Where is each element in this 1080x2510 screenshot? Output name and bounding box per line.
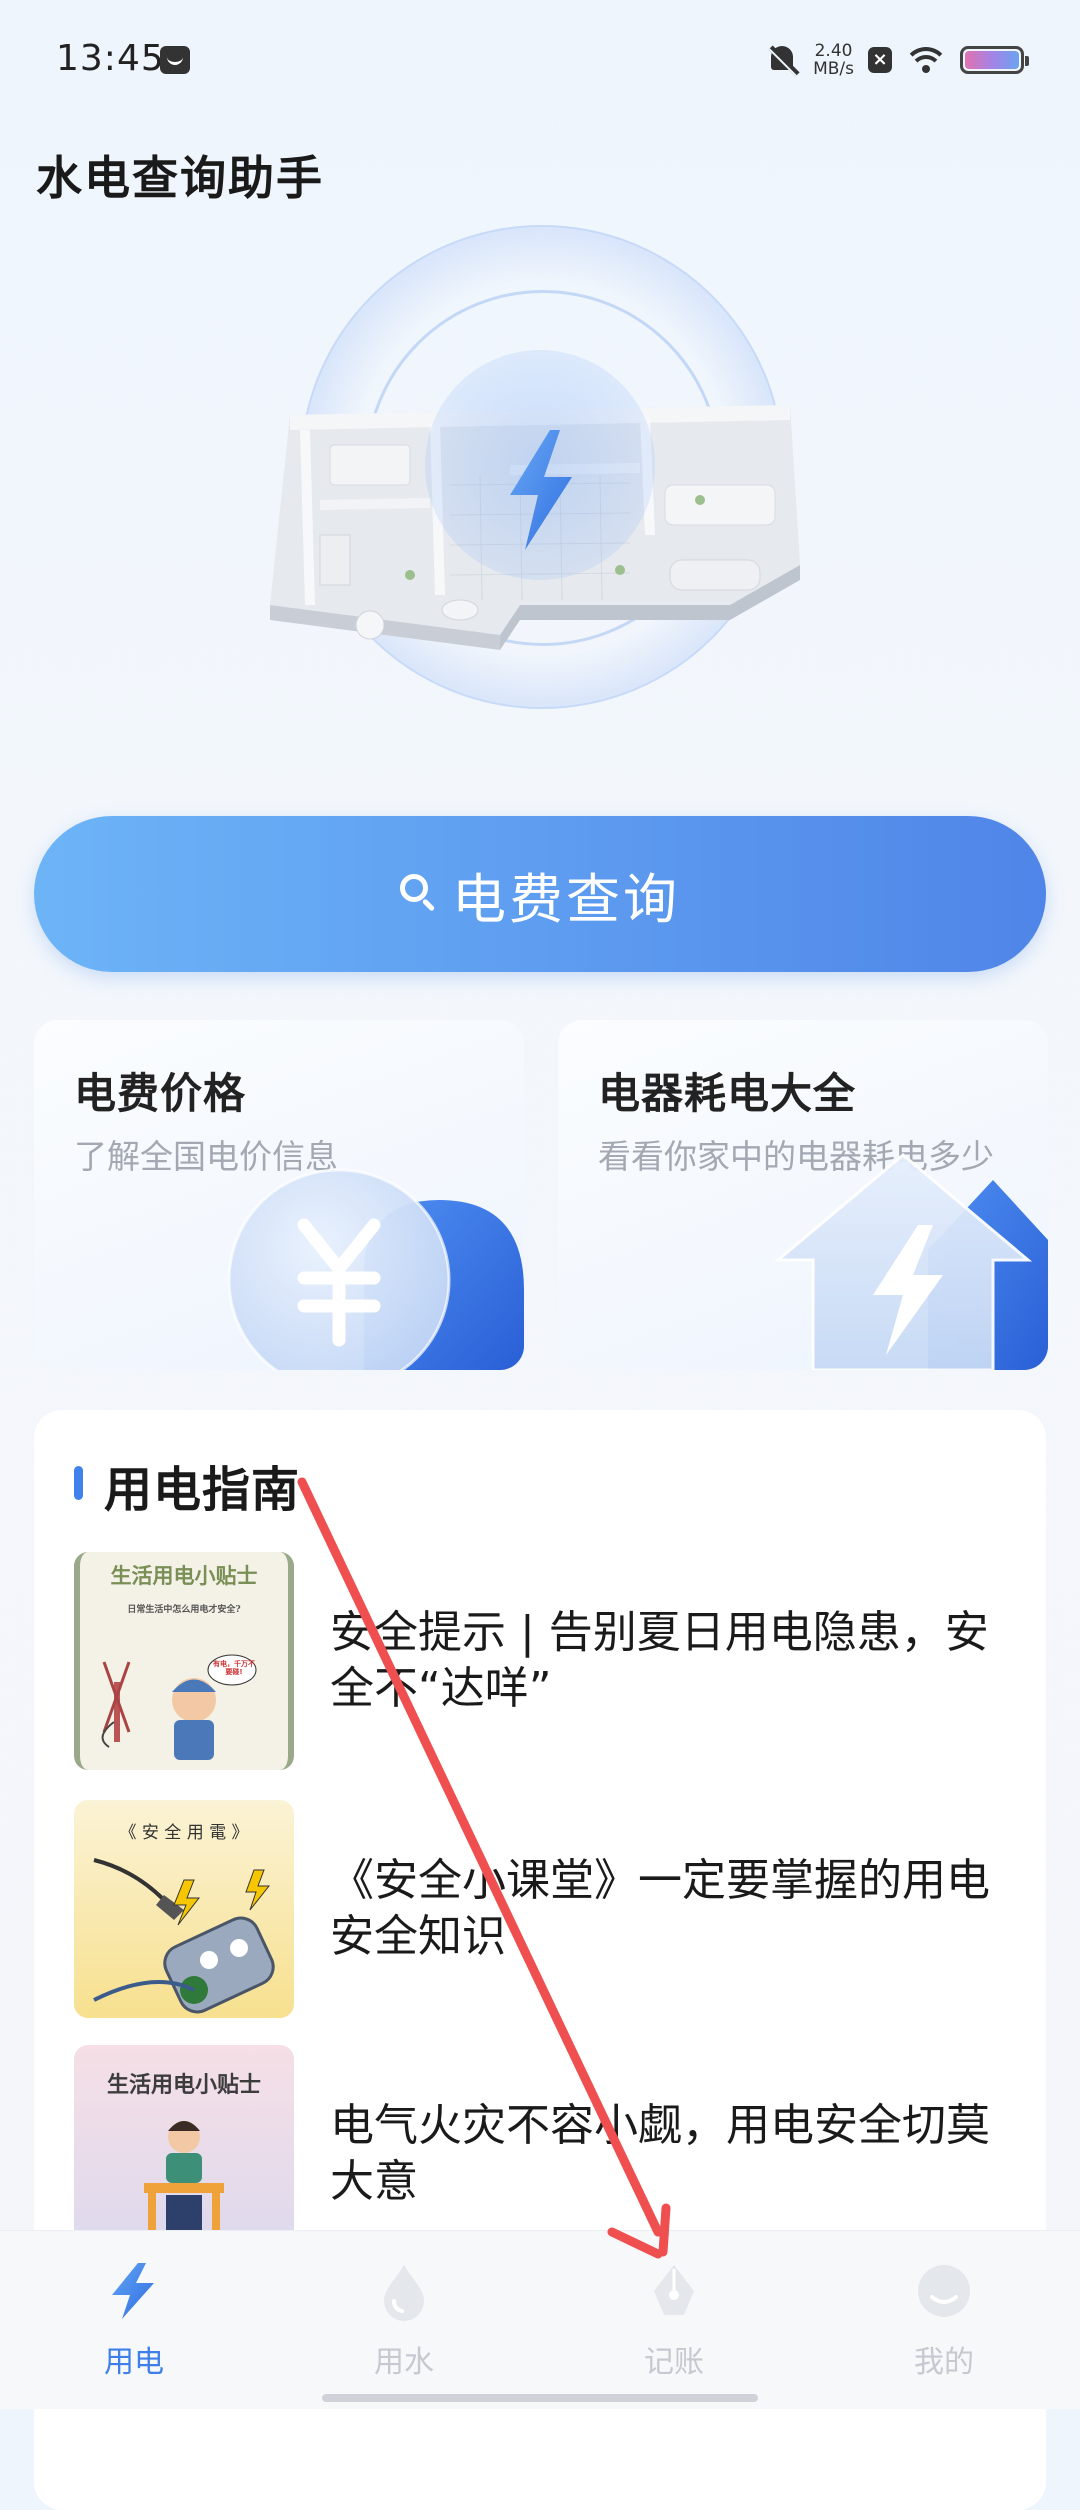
speed-value: 2.40	[814, 41, 853, 61]
section-accent-bar	[74, 1466, 83, 1500]
tab-bookkeeping[interactable]: 记账	[594, 2261, 754, 2381]
article-item[interactable]: 生活用电小贴士 日常生活中怎么用电才安全? 有电，千万不要碰! 安全提示 | 告…	[74, 1552, 1014, 1772]
electricity-bill-query-button[interactable]: 电费查询	[34, 816, 1046, 972]
home-indicator[interactable]	[322, 2394, 758, 2402]
profile-icon	[918, 2265, 970, 2317]
status-time: 13:45	[56, 38, 165, 79]
bottom-tab-bar: 用电 用水 记账 我的	[0, 2230, 1080, 2409]
electricity-price-card[interactable]: 电费价格 了解全国电价信息	[34, 1020, 524, 1370]
status-icons: 2.40 MB/s ×	[767, 40, 1029, 80]
card-title: 电费价格	[74, 1069, 247, 1118]
wifi-icon	[906, 45, 946, 75]
thumb-speech-bubble: 有电，千万不要碰!	[213, 1660, 255, 1676]
pen-nib-icon	[654, 2265, 694, 2315]
article-thumbnail: 生活用电小贴士 日常生活中怎么用电才安全? 有电，千万不要碰!	[74, 1552, 294, 1770]
lightning-bolt-icon	[510, 430, 572, 550]
article-item[interactable]: 《 安 全 用 電 》 《安全小课堂》一定要掌握的用电安全知识	[74, 1800, 1014, 2020]
hero-illustration	[240, 210, 840, 780]
page-title: 水电查询助手	[36, 151, 324, 205]
card-title: 电器耗电大全	[598, 1069, 857, 1118]
article-title: 安全提示 | 告别夏日用电隐患，安全不“达咩”	[330, 1607, 989, 1714]
tab-electricity[interactable]: 用电	[54, 2261, 214, 2381]
bell-muted-icon	[767, 44, 800, 77]
worker-illustration	[101, 1654, 257, 1760]
article-thumbnail: 《 安 全 用 電 》	[74, 1800, 294, 2018]
tab-water[interactable]: 用水	[324, 2261, 484, 2381]
power-strip-illustration	[93, 1858, 275, 2014]
mail-icon	[160, 46, 190, 74]
speed-unit: MB/s	[813, 59, 854, 79]
article-title: 《安全小课堂》一定要掌握的用电安全知识	[330, 1855, 990, 1962]
tab-label: 记账	[644, 2345, 704, 2380]
status-bar: 13:45 2.40 MB/s ×	[0, 0, 1080, 120]
battery-icon	[960, 46, 1029, 74]
query-button-label: 电费查询	[452, 867, 680, 931]
water-drop-icon	[384, 2265, 424, 2321]
search-icon	[400, 874, 440, 914]
tab-label: 我的	[914, 2345, 974, 2380]
tab-profile[interactable]: 我的	[864, 2261, 1024, 2381]
bolt-icon	[112, 2263, 154, 2319]
x-icon: ×	[868, 47, 892, 73]
yuan-icon	[227, 1168, 524, 1370]
network-speed: 2.40 MB/s	[813, 42, 854, 78]
appliance-consumption-card[interactable]: 电器耗电大全 看看你家中的电器耗电多少	[558, 1020, 1048, 1370]
house-bolt-icon	[773, 1153, 1048, 1370]
tab-label: 用水	[374, 2345, 434, 2380]
tab-label: 用电	[104, 2345, 164, 2380]
section-title: 用电指南	[104, 1462, 301, 1518]
